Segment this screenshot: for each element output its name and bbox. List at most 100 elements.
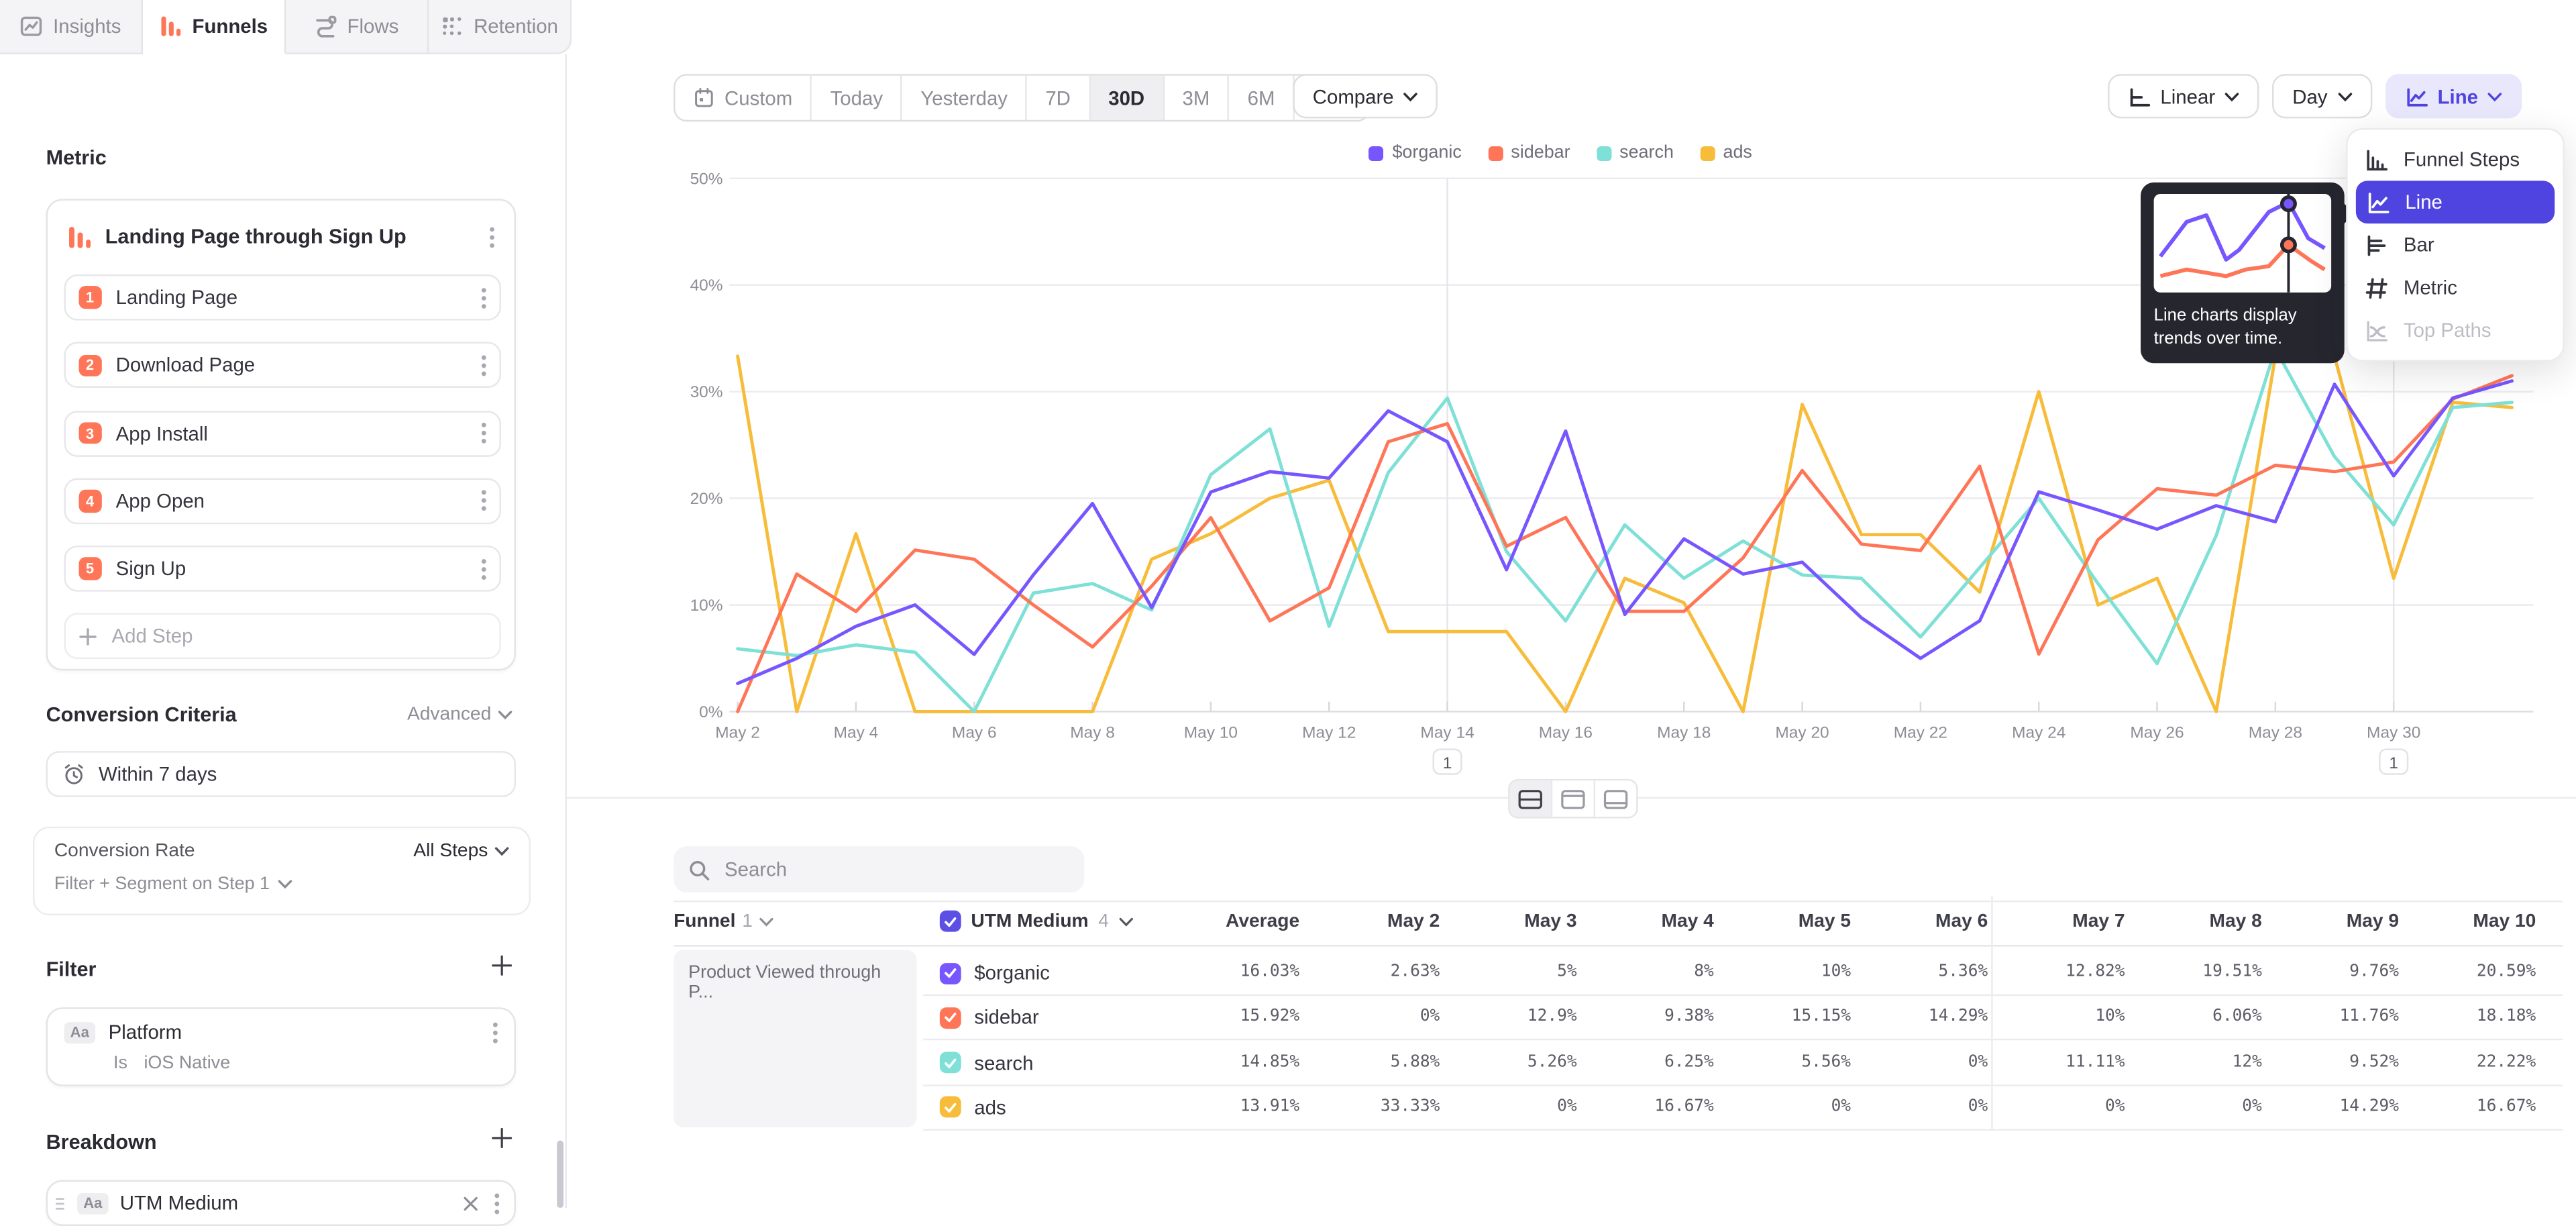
row-label: sidebar <box>974 1007 1038 1029</box>
add-step-button[interactable]: Add Step <box>64 613 501 659</box>
funnel-step-4[interactable]: 4 App Open <box>64 478 501 524</box>
cell-value: 2.63% <box>1391 963 1440 981</box>
menu-item-metric[interactable]: Metric <box>2348 266 2563 309</box>
svg-text:May 16: May 16 <box>1539 724 1593 742</box>
step-kebab-icon[interactable] <box>482 423 486 444</box>
filter-heading: Filter <box>46 958 97 981</box>
menu-item-top-paths[interactable]: Top Paths <box>2348 309 2563 352</box>
row-checkbox[interactable] <box>940 962 961 984</box>
sidebar-scrollbar[interactable] <box>557 1141 564 1208</box>
range-custom[interactable]: Custom <box>676 76 812 120</box>
toggle-chart-only[interactable] <box>1552 780 1595 817</box>
cell-value: 5.88% <box>1391 1053 1440 1071</box>
cell-value: 0% <box>1557 1098 1577 1116</box>
compare-button[interactable]: Compare <box>1293 74 1438 118</box>
funnel-step-1[interactable]: 1 Landing Page <box>64 274 501 321</box>
range-7d[interactable]: 7D <box>1027 76 1090 120</box>
conversion-window-chip[interactable]: Within 7 days <box>46 751 516 797</box>
cell-value: 10% <box>2095 1008 2125 1026</box>
cell-value: 9.52% <box>2349 1053 2399 1071</box>
line-chart-icon <box>2366 190 2391 215</box>
granularity-button[interactable]: Day <box>2273 74 2372 118</box>
range-today[interactable]: Today <box>812 76 903 120</box>
tab-insights[interactable]: Insights <box>0 0 143 54</box>
toggle-split-view[interactable] <box>1510 780 1553 817</box>
drag-handle-icon[interactable] <box>54 1196 66 1211</box>
filter-value[interactable]: iOS Native <box>144 1054 230 1073</box>
step-number-badge: 5 <box>79 558 101 580</box>
all-steps-dropdown[interactable]: All Steps <box>413 841 509 861</box>
svg-text:May 12: May 12 <box>1302 724 1356 742</box>
svg-text:May 30: May 30 <box>2367 724 2420 742</box>
range-6m[interactable]: 6M <box>1230 76 1295 120</box>
filter-card[interactable]: Aa Platform Is iOS Native <box>46 1007 516 1086</box>
column-header-may-7: May 7 <box>2072 912 2125 931</box>
filter-kebab-icon[interactable] <box>493 1021 498 1043</box>
filter-segment-step1-dropdown[interactable]: Filter + Segment on Step 1 <box>54 874 509 894</box>
annotation-marker[interactable]: 1 <box>1434 750 1462 774</box>
axis-scale-button[interactable]: Linear <box>2108 74 2259 118</box>
funnel-step-5[interactable]: 5 Sign Up <box>64 546 501 593</box>
tab-flows[interactable]: Flows <box>286 0 429 54</box>
add-filter-button[interactable] <box>491 955 513 976</box>
funnel-steps-icon <box>2364 147 2389 172</box>
svg-text:30%: 30% <box>690 383 723 401</box>
menu-item-funnel-steps[interactable]: Funnel Steps <box>2348 138 2563 181</box>
step-label: Sign Up <box>116 558 186 580</box>
cell-value: 15.15% <box>1792 1008 1851 1026</box>
tab-funnels[interactable]: Funnels <box>143 0 286 54</box>
cell-value: 0% <box>2105 1098 2125 1116</box>
cell-value: 33.33% <box>1381 1098 1440 1116</box>
column-header-may-5: May 5 <box>1799 912 1851 931</box>
filter-operator[interactable]: Is <box>113 1054 127 1073</box>
table-row-search[interactable]: search14.85%5.88%5.26%6.25%5.56%0%11.11%… <box>923 1039 2563 1086</box>
flows-icon <box>315 15 337 38</box>
range-yesterday[interactable]: Yesterday <box>902 76 1027 120</box>
breakdown-kebab-icon[interactable] <box>494 1192 499 1214</box>
cell-value: 8% <box>1694 963 1714 981</box>
menu-item-line[interactable]: Line <box>2356 181 2555 223</box>
breakdown-column-dropdown[interactable]: UTM Medium 4 <box>940 911 1134 932</box>
chart-type-button[interactable]: Line <box>2385 74 2522 118</box>
breakdown-heading: Breakdown <box>46 1131 157 1154</box>
step-kebab-icon[interactable] <box>482 354 486 376</box>
table-row-group-label: Product Viewed through P... <box>674 950 916 1127</box>
cell-value: 14.85% <box>1240 1053 1299 1071</box>
cell-value: 9.38% <box>1664 1008 1714 1026</box>
metric-card-header[interactable]: Landing Page through Sign Up <box>48 201 515 273</box>
metric-kebab-icon[interactable] <box>490 226 494 248</box>
svg-text:May 6: May 6 <box>952 724 997 742</box>
annotation-marker[interactable]: 1 <box>2379 750 2408 774</box>
metric-card: Landing Page through Sign Up 1 Landing P… <box>46 199 516 670</box>
column-header-average: Average <box>1226 912 1299 931</box>
column-header-may-6: May 6 <box>1935 912 1988 931</box>
toggle-table-only[interactable] <box>1595 780 1636 817</box>
step-kebab-icon[interactable] <box>482 287 486 308</box>
table-row-sidebar[interactable]: sidebar15.92%0%12.9%9.38%15.15%14.29%10%… <box>923 994 2563 1041</box>
search-input[interactable] <box>721 856 1069 882</box>
breakdown-card[interactable]: Aa UTM Medium <box>46 1180 516 1226</box>
range-30d[interactable]: 30D <box>1090 76 1164 120</box>
funnel-step-3[interactable]: 3 App Install <box>64 410 501 456</box>
select-all-checkbox[interactable] <box>940 911 961 932</box>
svg-text:May 28: May 28 <box>2249 724 2302 742</box>
table-row-ads[interactable]: ads13.91%33.33%0%16.67%0%0%0%0%14.29%16.… <box>923 1084 2563 1131</box>
funnel-step-2[interactable]: 2 Download Page <box>64 342 501 389</box>
menu-item-bar[interactable]: Bar <box>2348 223 2563 266</box>
add-breakdown-button[interactable] <box>491 1127 513 1149</box>
advanced-dropdown[interactable]: Advanced <box>407 705 513 725</box>
step-kebab-icon[interactable] <box>482 491 486 512</box>
row-checkbox[interactable] <box>940 1052 961 1074</box>
table-search <box>674 846 1084 892</box>
tab-retention[interactable]: Retention <box>429 0 572 54</box>
row-checkbox[interactable] <box>940 1096 961 1118</box>
step-kebab-icon[interactable] <box>482 558 486 580</box>
step-label: Landing Page <box>116 286 237 309</box>
range-3m[interactable]: 3M <box>1165 76 1230 120</box>
table-row-organic[interactable]: $organic16.03%2.63%5%8%10%5.36%12.82%19.… <box>923 950 2563 997</box>
row-label: $organic <box>974 962 1050 984</box>
funnel-column-dropdown[interactable]: Funnel 1 <box>674 912 774 931</box>
svg-text:May 4: May 4 <box>834 724 879 742</box>
row-checkbox[interactable] <box>940 1007 961 1029</box>
remove-breakdown-icon[interactable] <box>464 1196 478 1211</box>
